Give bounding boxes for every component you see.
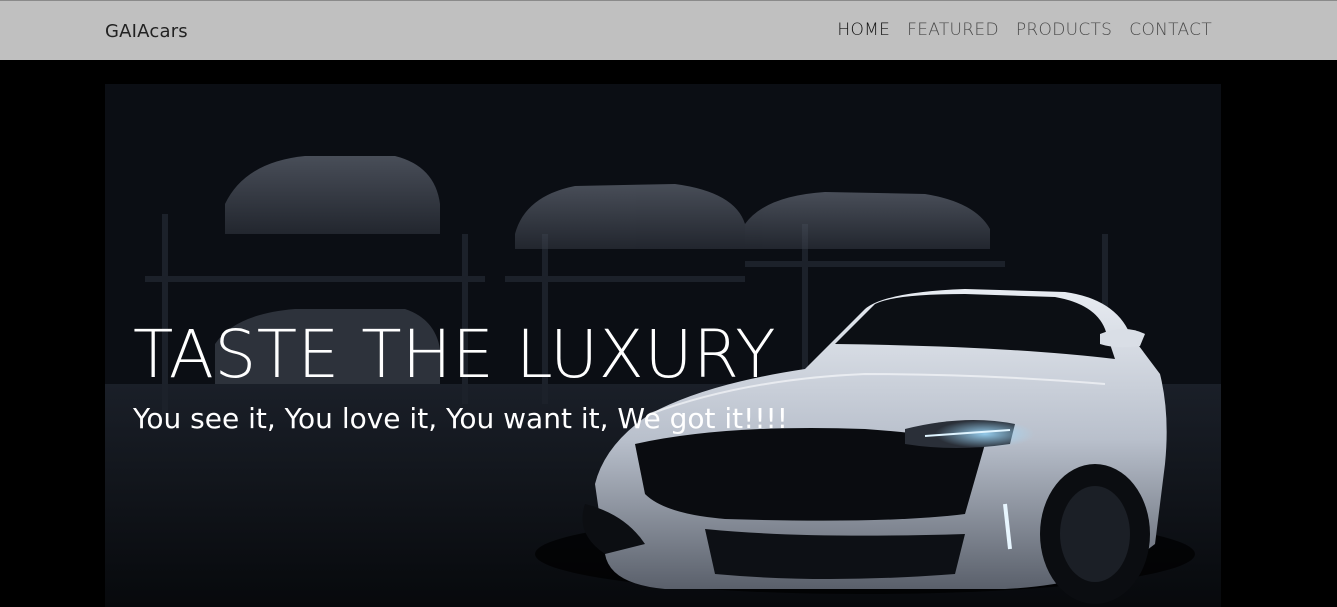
top-navbar: GAIAcars HOME FEATURED PRODUCTS CONTACT <box>0 0 1337 60</box>
hero-subtitle: You see it, You love it, You want it, We… <box>133 402 789 435</box>
nav-featured-link[interactable]: FEATURED <box>907 20 999 40</box>
nav-products-link[interactable]: PRODUCTS <box>1016 20 1112 40</box>
nav-contact-link[interactable]: CONTACT <box>1129 20 1212 40</box>
hero-title: TASTE THE LUXURY <box>133 316 777 393</box>
nav-home-link[interactable]: HOME <box>837 20 890 40</box>
main-nav: HOME FEATURED PRODUCTS CONTACT <box>820 20 1212 40</box>
brand-logo-link[interactable]: GAIAcars <box>105 21 188 42</box>
hero-banner: TASTE THE LUXURY You see it, You love it… <box>105 84 1221 607</box>
